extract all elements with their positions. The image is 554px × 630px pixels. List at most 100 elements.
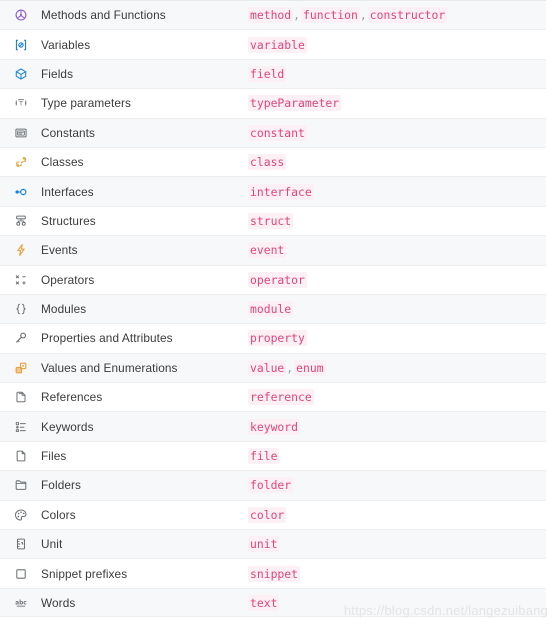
table-row: T Type parameters typeParameter — [0, 88, 546, 118]
properties-and-attributes-icon — [0, 324, 41, 352]
completion-kind-token: text — [248, 594, 280, 611]
table-row: Fields field — [0, 58, 546, 89]
symbol-kind-table: Methods and Functions method, function, c… — [0, 0, 546, 618]
table-row: Events event — [0, 235, 546, 265]
table-row: Values and Enumerations value, enum — [0, 352, 546, 383]
completion-kind-token: event — [248, 242, 287, 259]
fields-icon — [0, 60, 41, 88]
svg-text:T: T — [18, 100, 24, 108]
symbol-kind-label: Variables — [41, 37, 91, 52]
symbol-kind-label: Files — [41, 449, 67, 464]
folders-icon — [0, 471, 41, 499]
table-row: Snippet prefixes snippet — [0, 558, 546, 588]
completion-kind-token: folder — [248, 477, 294, 494]
references-icon — [0, 383, 41, 411]
table-row: Variables variable — [0, 29, 546, 59]
table-row: Colors color — [0, 499, 546, 530]
symbol-kind-label: Interfaces — [41, 184, 94, 199]
completion-kind-values: interface — [248, 183, 546, 200]
completion-kind-token: variable — [248, 36, 307, 53]
completion-kind-token: field — [248, 65, 287, 82]
completion-kind-token: interface — [248, 183, 314, 200]
completion-kind-values: typeParameter — [248, 95, 546, 112]
completion-kind-values: field — [248, 65, 546, 82]
keywords-icon — [0, 412, 41, 440]
completion-kind-token: file — [248, 448, 280, 465]
structures-icon — [0, 207, 41, 235]
completion-kind-values: color — [248, 506, 546, 523]
variables-icon — [0, 30, 41, 58]
symbol-kind-label: Events — [41, 243, 78, 258]
operators-icon — [0, 266, 41, 294]
completion-kind-token: keyword — [248, 418, 301, 435]
completion-kind-values: property — [248, 330, 546, 347]
symbol-kind-label: Classes — [41, 155, 84, 170]
completion-kind-values: folder — [248, 477, 546, 494]
completion-kind-token: value — [248, 359, 287, 376]
completion-kind-values: event — [248, 242, 546, 259]
completion-kind-token: color — [248, 506, 287, 523]
table-row: Operators operator — [0, 264, 546, 294]
colors-icon — [0, 501, 41, 529]
completion-kind-values: file — [248, 448, 546, 465]
type-parameters-icon: T — [0, 89, 41, 117]
completion-kind-values: constant — [248, 124, 546, 141]
completion-kind-token: constant — [248, 124, 307, 141]
completion-kind-values: module — [248, 301, 546, 318]
values-and-enumerations-icon — [0, 354, 41, 382]
completion-kind-token: module — [248, 301, 294, 318]
table-row: Constants constant — [0, 117, 546, 147]
symbol-kind-label: Colors — [41, 507, 76, 522]
symbol-kind-label: Keywords — [41, 419, 94, 434]
symbol-kind-label: References — [41, 390, 103, 405]
symbol-kind-label: Type parameters — [41, 96, 132, 111]
table-row: Properties and Attributes property — [0, 323, 546, 353]
symbol-kind-label: Words — [41, 595, 76, 610]
symbol-kind-label: Unit — [41, 537, 63, 552]
completion-kind-token: typeParameter — [248, 95, 342, 112]
completion-kind-values: snippet — [248, 565, 546, 582]
files-icon — [0, 442, 41, 470]
symbol-kind-label: Constants — [41, 125, 96, 140]
completion-kind-token: struct — [248, 212, 294, 229]
completion-kind-values: unit — [248, 536, 546, 553]
words-icon: abc — [0, 589, 41, 616]
table-row: Interfaces interface — [0, 176, 546, 206]
table-row: Files file — [0, 440, 546, 471]
completion-kind-token: operator — [248, 271, 307, 288]
completion-kind-values: operator — [248, 271, 546, 288]
events-icon — [0, 236, 41, 264]
interfaces-icon — [0, 177, 41, 205]
value-separator: , — [359, 8, 367, 23]
symbol-kind-label: Snippet prefixes — [41, 566, 128, 581]
completion-kind-values: text — [248, 594, 546, 611]
symbol-kind-label: Values and Enumerations — [41, 360, 178, 375]
value-separator: , — [286, 360, 294, 375]
completion-kind-token: snippet — [248, 565, 301, 582]
completion-kind-values: value, enum — [248, 359, 546, 376]
symbol-kind-label: Modules — [41, 302, 87, 317]
completion-kind-token: constructor — [367, 7, 448, 24]
symbol-kind-label: Operators — [41, 272, 95, 287]
symbol-kind-label: Fields — [41, 66, 74, 81]
completion-kind-token: method — [248, 7, 294, 24]
unit-icon — [0, 530, 41, 558]
completion-kind-token: reference — [248, 389, 314, 406]
table-row: References reference — [0, 382, 546, 412]
completion-kind-values: variable — [248, 36, 546, 53]
completion-kind-token: property — [248, 330, 307, 347]
table-row: Classes class — [0, 146, 546, 177]
symbol-kind-label: Properties and Attributes — [41, 331, 173, 346]
completion-kind-values: method, function, constructor — [248, 7, 546, 24]
classes-icon — [0, 148, 41, 176]
methods-and-functions-icon — [0, 1, 41, 29]
symbol-kind-label: Structures — [41, 213, 96, 228]
completion-kind-values: struct — [248, 212, 546, 229]
table-row: Modules module — [0, 293, 546, 324]
completion-kind-token: unit — [248, 536, 280, 553]
completion-kind-token: class — [248, 154, 287, 171]
table-row: Structures struct — [0, 205, 546, 236]
table-row: Folders folder — [0, 470, 546, 500]
table-row: Keywords keyword — [0, 411, 546, 441]
table-row: Methods and Functions method, function, c… — [0, 0, 546, 30]
